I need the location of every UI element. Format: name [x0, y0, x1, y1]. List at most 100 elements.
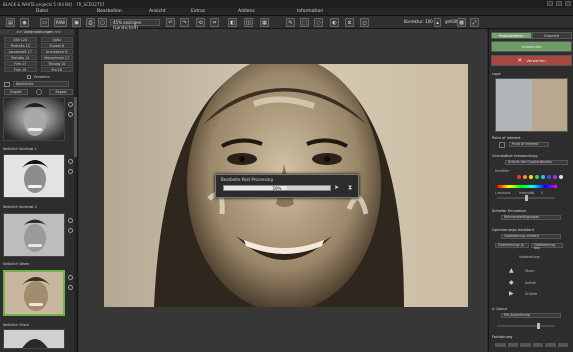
preset-thumbnail-selected[interactable]	[3, 270, 65, 316]
fullscreen-icon[interactable]: ⤢	[470, 18, 479, 27]
tab-postkorrektur[interactable]: Postkorrektur	[491, 32, 532, 39]
maximize-button[interactable]	[556, 1, 562, 6]
lasso-icon[interactable]: ◌	[314, 18, 323, 27]
print-icon[interactable]: ⎙	[86, 18, 95, 27]
crop-icon[interactable]: ⌗	[210, 18, 219, 27]
hue-slider[interactable]	[497, 185, 557, 188]
brush-icon[interactable]: ✎	[286, 18, 295, 27]
grain-option[interactable]	[507, 343, 518, 347]
color-swatch[interactable]	[559, 175, 563, 179]
category-button[interactable]: Portraits 15	[4, 43, 37, 48]
category-button[interactable]: Film 19	[4, 67, 37, 72]
grid-icon[interactable]: ▩	[457, 18, 466, 27]
poi-icon[interactable]	[499, 142, 505, 148]
category-button[interactable]: Architektur 8	[40, 49, 73, 54]
apply-button[interactable]: Anwenden	[491, 41, 572, 52]
gallery-icon[interactable]: ▦	[260, 18, 269, 27]
menu-datei[interactable]: Datei	[36, 9, 48, 14]
menu-bearbeiten[interactable]: Bearbeiten	[97, 9, 122, 14]
scrollbar-thumb[interactable]	[74, 97, 77, 157]
brighten-icon[interactable]: ◆	[509, 279, 514, 286]
favorites-checkbox[interactable]	[27, 75, 32, 79]
category-button[interactable]: Tönung 10	[40, 61, 73, 66]
minimize-button[interactable]	[547, 1, 553, 6]
grain-option[interactable]	[532, 343, 543, 347]
category-button[interactable]: Film 17	[4, 61, 37, 66]
refresh-icon[interactable]	[35, 89, 42, 95]
presets-scrollbar[interactable]	[74, 29, 77, 352]
star-icon[interactable]	[68, 218, 73, 223]
raw-button[interactable]: RAW	[54, 18, 67, 27]
history-icon[interactable]: ⟲	[196, 18, 205, 27]
category-button[interactable]: Porträts 15	[4, 55, 37, 60]
zoom-select[interactable]: 45% anzeigen (Landschaft)	[110, 19, 160, 30]
star-icon[interactable]	[68, 102, 73, 107]
info-icon[interactable]	[68, 112, 73, 117]
category-button[interactable]: Landschaft 17	[4, 49, 37, 54]
preset-thumbnail[interactable]	[3, 329, 65, 349]
grain-option[interactable]	[520, 343, 531, 347]
category-button[interactable]: Optiz	[40, 37, 73, 42]
menu-information[interactable]: Information	[297, 9, 323, 14]
discard-button[interactable]: ✕ Verwerfen	[491, 55, 572, 66]
color-swatch[interactable]	[529, 175, 533, 179]
color-swatch[interactable]	[535, 175, 539, 179]
stepper-icon[interactable]: ▴	[434, 18, 441, 27]
category-button[interactable]: Alle 120	[4, 37, 37, 42]
preset-thumbnail[interactable]	[3, 97, 65, 141]
star-icon[interactable]	[68, 159, 73, 164]
preset-thumbnail[interactable]	[3, 154, 65, 198]
preset-dropdown[interactable]: Natürliche	[13, 81, 69, 87]
optimization-off-button[interactable]: Optimierung: aus	[531, 243, 563, 250]
info-icon[interactable]	[68, 285, 73, 290]
menu-extras[interactable]: Extras	[191, 9, 205, 14]
color-mode-select[interactable]: Schnitt der Graufarbstufen	[505, 160, 568, 165]
grain-option[interactable]	[495, 343, 506, 347]
poi-button[interactable]: Point of Interest	[509, 142, 549, 147]
close-button[interactable]	[565, 1, 571, 6]
slider-handle[interactable]	[537, 323, 540, 329]
compare-icon[interactable]: ◧	[228, 18, 237, 27]
tone-slider[interactable]	[497, 323, 555, 329]
color-swatch[interactable]	[523, 175, 527, 179]
gradient-icon[interactable]: ◐	[330, 18, 339, 27]
import-button[interactable]: Import	[4, 89, 28, 95]
intensity-slider[interactable]	[497, 195, 555, 201]
tone-icon[interactable]: ▲	[509, 267, 514, 274]
select-icon[interactable]: ⬚	[300, 18, 309, 27]
film-select[interactable]: Rahmenbedingungen	[501, 215, 561, 220]
filter-icon[interactable]	[4, 81, 10, 87]
category-button[interactable]: Sunset 6	[40, 43, 73, 48]
new-file-icon[interactable]: ▤	[6, 18, 15, 27]
color-swatch[interactable]	[547, 175, 551, 179]
menu-addons[interactable]: Addons	[238, 9, 255, 14]
tab-experte[interactable]: Experte	[531, 32, 572, 39]
optimization-on-button[interactable]: Optimierung: Ja	[495, 243, 529, 248]
color-swatch[interactable]	[517, 175, 521, 179]
category-button[interactable]: Pro 18	[40, 67, 73, 72]
undo-icon[interactable]: ↶	[166, 18, 175, 27]
open-file-icon[interactable]: ▭	[40, 18, 49, 27]
fit-screen-icon[interactable]: ▢	[98, 18, 107, 27]
info-icon[interactable]	[68, 169, 73, 174]
category-button[interactable]: Monochrom 17	[40, 55, 73, 60]
color-swatch[interactable]	[553, 175, 557, 179]
star-icon[interactable]	[68, 275, 73, 280]
save-icon[interactable]: ▣	[72, 18, 81, 27]
optimization-select[interactable]: Optimierung: einfach	[501, 234, 561, 239]
export-button[interactable]: Export	[49, 89, 73, 95]
sharpen-icon[interactable]: ▶	[509, 290, 514, 297]
tone-select[interactable]: Mit Ausrichtung	[501, 313, 561, 318]
menu-ansicht[interactable]: Ansicht	[149, 9, 166, 14]
eraser-icon[interactable]: ◻	[360, 18, 369, 27]
grain-option[interactable]	[545, 343, 556, 347]
slider-handle[interactable]	[525, 195, 528, 201]
camera-icon[interactable]: ◉	[20, 18, 29, 27]
info-icon[interactable]	[68, 228, 73, 233]
grain-option[interactable]	[557, 343, 568, 347]
color-swatch[interactable]	[541, 175, 545, 179]
preset-thumbnail[interactable]	[3, 213, 65, 257]
redo-icon[interactable]: ↷	[180, 18, 189, 27]
split-view-icon[interactable]: ◫	[244, 18, 253, 27]
mirror-icon[interactable]: ⧖	[345, 18, 354, 27]
